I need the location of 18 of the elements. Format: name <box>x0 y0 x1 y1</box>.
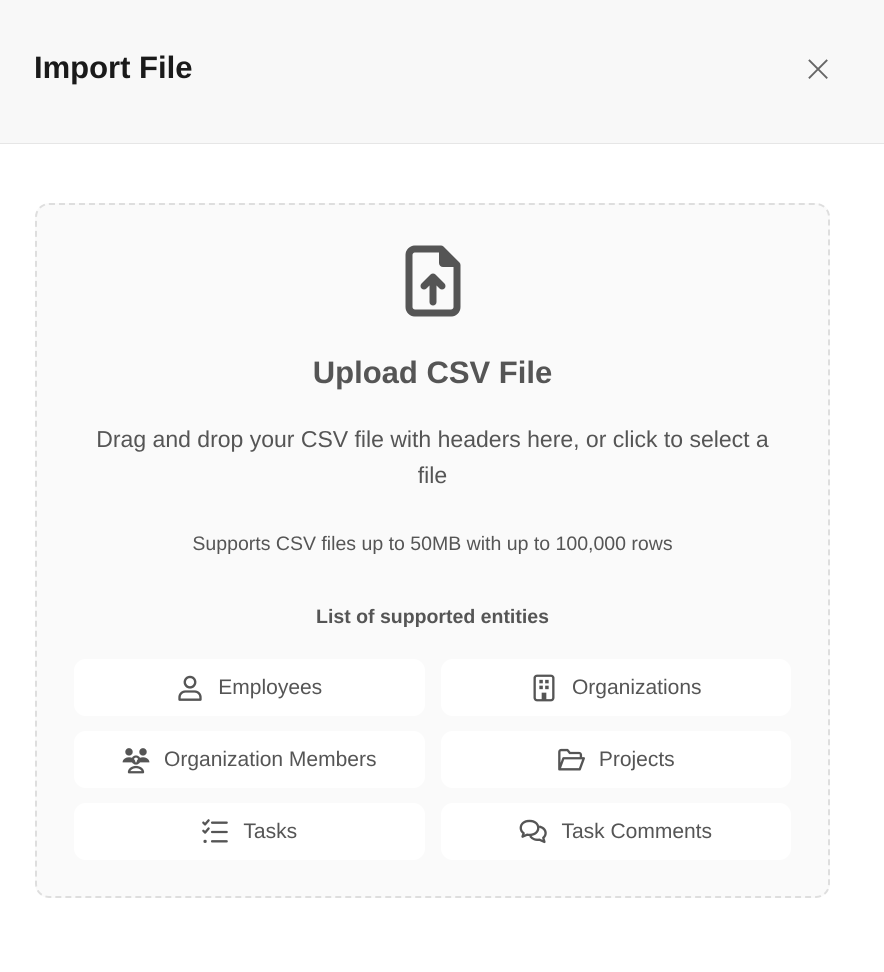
speech-bubbles-icon <box>519 818 548 846</box>
entities-heading: List of supported entities <box>316 606 549 629</box>
entity-name: Organizations <box>572 676 702 700</box>
entity-name: Task Comments <box>561 820 712 844</box>
file-dropzone[interactable] <box>35 203 830 898</box>
checklist-icon <box>201 818 230 846</box>
person-icon <box>176 674 204 702</box>
entity-name: Organization Members <box>164 748 376 772</box>
upload-heading: Upload CSV File <box>312 355 552 391</box>
people-group-icon <box>122 746 150 774</box>
entity-name: Projects <box>598 748 675 772</box>
dialog-title: Import File <box>34 50 192 86</box>
file-limits-note: Supports CSV files up to 50MB with up to 100,000 rows <box>192 533 673 556</box>
entity-name: Tasks <box>243 820 298 844</box>
file-upload-icon <box>404 245 460 317</box>
close-button[interactable]: × <box>798 48 838 86</box>
entity-name: Employees <box>218 676 322 700</box>
upload-instructions: Drag and drop your CSV file with headers here, or click to select a file <box>95 425 770 490</box>
